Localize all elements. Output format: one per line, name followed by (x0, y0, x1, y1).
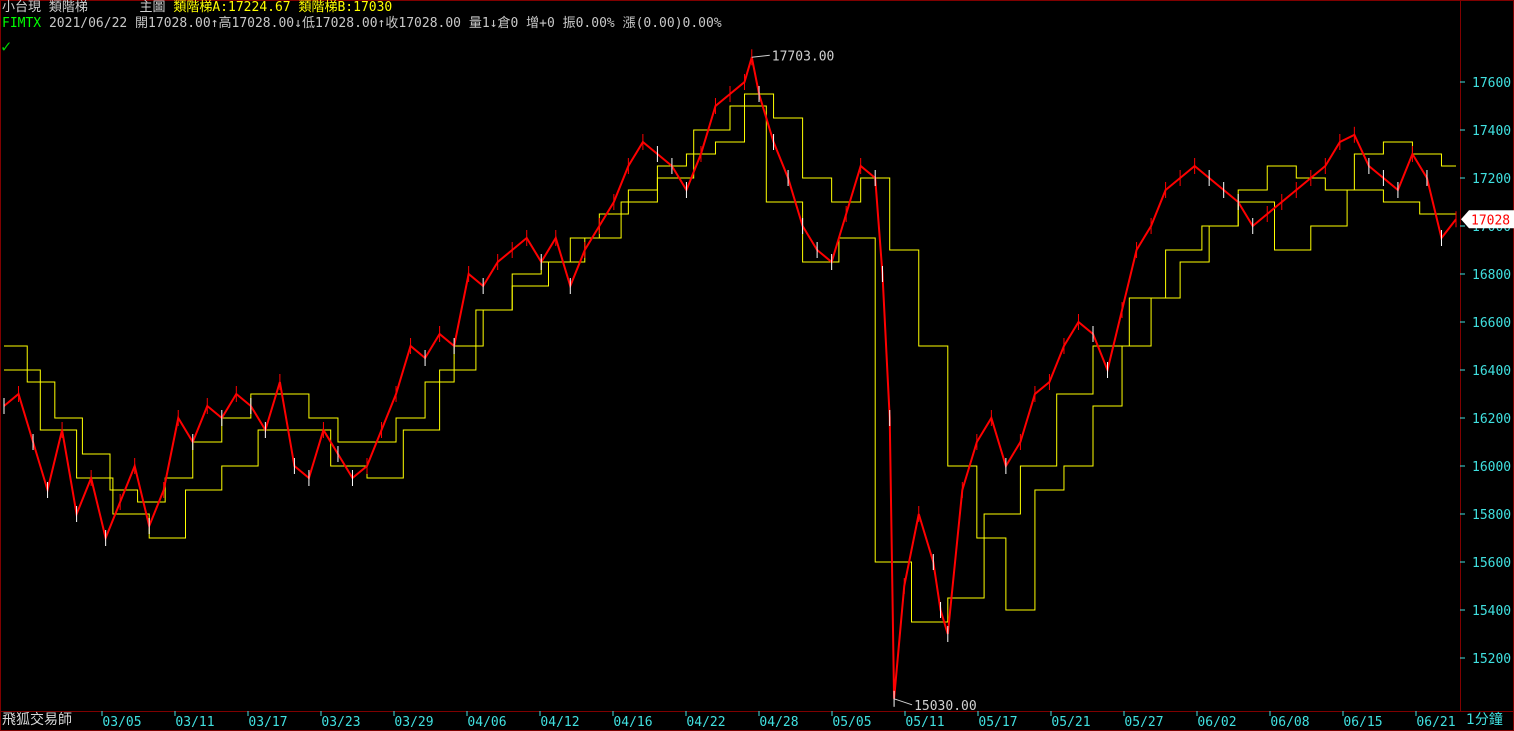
indicator-name: 類階梯 (48, 0, 88, 15)
y-tick-label: 16600 (1472, 316, 1511, 331)
y-tick-label: 16000 (1472, 460, 1511, 475)
y-tick-label: 15400 (1472, 604, 1511, 619)
chart-area-label: 主圖 (139, 0, 166, 15)
x-tick-label: 05/21 (1051, 715, 1090, 730)
x-tick-label: 03/29 (394, 715, 433, 730)
checkmark-icon[interactable]: ✓ (1, 38, 11, 56)
y-tick-label: 16800 (1472, 268, 1511, 283)
y-tick-label: 17400 (1472, 124, 1511, 139)
y-tick-label: 16200 (1472, 412, 1511, 427)
x-tick-label: 03/05 (102, 715, 141, 730)
chart-header: 小台現 類階梯 主圖 類階梯A:17224.67 類階梯B:17030 (2, 0, 392, 16)
x-tick-label: 04/12 (540, 715, 579, 730)
chart-frame: 15200 15400 15600 15800 16000 16200 16400 16600… (0, 0, 1514, 731)
extreme-label: 17703.00 (772, 49, 835, 64)
last-price-label: 17028 (1471, 213, 1510, 228)
x-tick-label: 04/16 (613, 715, 652, 730)
quote-line: 2021/06/22 開17028.00↑高17028.00↓低17028.00… (48, 16, 722, 31)
x-tick-label: 04/06 (467, 715, 506, 730)
x-tick-label: 03/23 (321, 715, 360, 730)
x-tick-label: 05/27 (1124, 715, 1163, 730)
x-tick-label: 06/08 (1270, 715, 1309, 730)
symbol-name: 小台現 (2, 0, 42, 15)
y-tick-label: 16400 (1472, 364, 1511, 379)
brand-label: 飛狐交易師 (2, 712, 72, 728)
outer-border (0, 0, 1514, 731)
extreme-label: 15030.00 (914, 699, 977, 714)
y-tick-label: 15200 (1472, 652, 1511, 667)
x-tick-label: 06/02 (1197, 715, 1236, 730)
y-tick-label: 17200 (1472, 172, 1511, 187)
quote-header: FIMTX 2021/06/22 開17028.00↑高17028.00↓低17… (2, 16, 722, 32)
y-tick-label: 15800 (1472, 508, 1511, 523)
x-tick-label: 03/17 (248, 715, 287, 730)
x-tick-label: 06/15 (1343, 715, 1382, 730)
x-tick-label: 03/11 (175, 715, 214, 730)
x-tick-label: 05/05 (832, 715, 871, 730)
timeframe-label[interactable]: 1分鐘 (1466, 711, 1503, 729)
symbol-code[interactable]: FIMTX (2, 16, 41, 31)
indicator-a-value: 類階梯A:17224.67 (173, 0, 291, 15)
x-tick-label: 06/21 (1416, 715, 1455, 730)
x-tick-label: 04/22 (686, 715, 725, 730)
x-tick-label: 05/11 (905, 715, 944, 730)
indicator-b-value: 類階梯B:17030 (298, 0, 393, 15)
x-tick-label: 05/17 (978, 715, 1017, 730)
y-tick-label: 15600 (1472, 556, 1511, 571)
x-tick-label: 04/28 (759, 715, 798, 730)
y-tick-label: 17600 (1472, 76, 1511, 91)
